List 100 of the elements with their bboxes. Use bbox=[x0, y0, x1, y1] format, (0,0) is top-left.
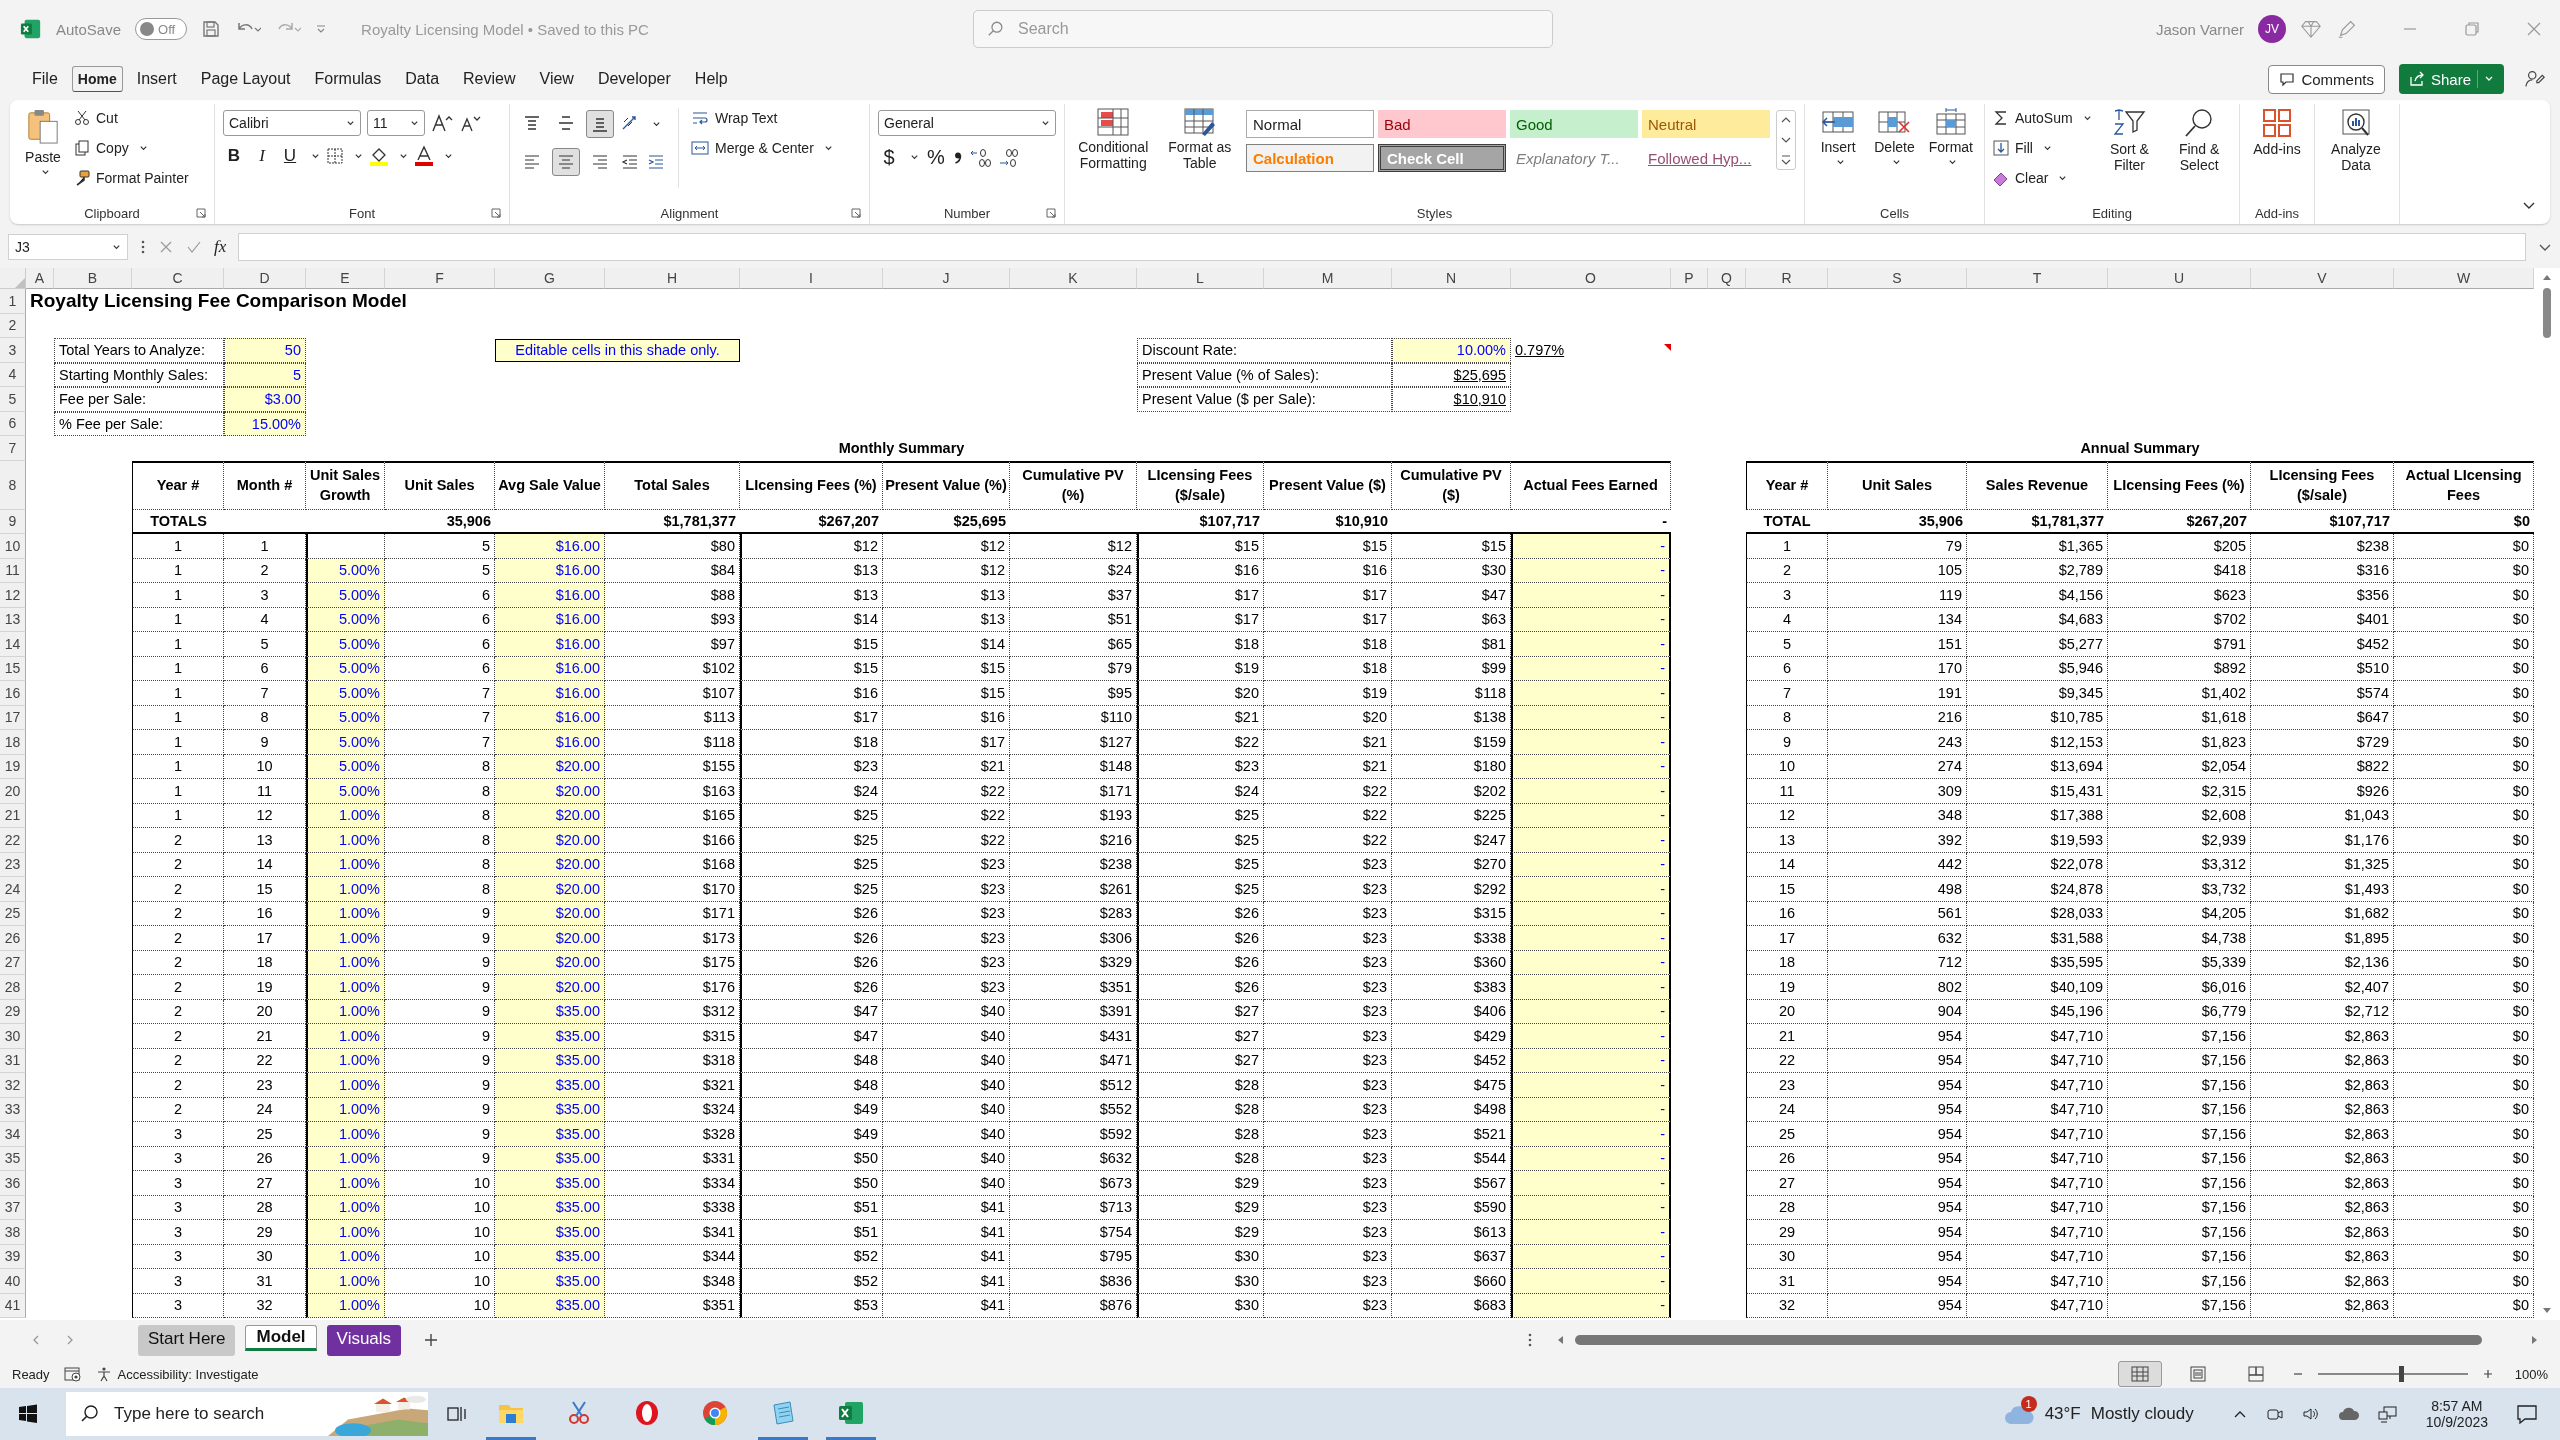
column-header[interactable]: A bbox=[26, 268, 54, 289]
table-cell[interactable]: 1.00% bbox=[306, 1195, 385, 1220]
macro-record-icon[interactable] bbox=[63, 1366, 82, 1382]
column-header[interactable]: F bbox=[385, 268, 495, 289]
menu-tab[interactable]: Formulas bbox=[304, 63, 392, 95]
row-header[interactable]: 14 bbox=[0, 632, 26, 657]
table-cell[interactable]: - bbox=[1511, 1293, 1671, 1318]
table-cell[interactable]: $35.00 bbox=[495, 1048, 605, 1073]
input-cell[interactable]: 50 bbox=[224, 338, 306, 363]
row-header[interactable]: 21 bbox=[0, 803, 26, 828]
share-button[interactable]: Share bbox=[2398, 64, 2504, 94]
scroll-thumb[interactable] bbox=[1575, 1335, 2483, 1345]
more-options-icon[interactable] bbox=[140, 239, 146, 255]
dialog-launcher-icon[interactable] bbox=[1046, 208, 1056, 218]
windows-start-icon[interactable] bbox=[18, 1404, 38, 1424]
table-cell[interactable]: $16.00 bbox=[495, 583, 605, 608]
row-header[interactable]: 20 bbox=[0, 779, 26, 804]
row-header[interactable]: 10 bbox=[0, 534, 26, 559]
table-cell[interactable]: 1.00% bbox=[306, 1048, 385, 1073]
row-header[interactable]: 35 bbox=[0, 1146, 26, 1171]
formula-input[interactable] bbox=[238, 233, 2526, 261]
column-header[interactable]: B bbox=[54, 268, 132, 289]
rate-cell[interactable]: 10.00% bbox=[1392, 338, 1511, 363]
accessibility-button[interactable]: Accessibility: Investigate bbox=[95, 1366, 259, 1382]
table-cell[interactable]: 1.00% bbox=[306, 950, 385, 975]
table-cell[interactable]: $35.00 bbox=[495, 1146, 605, 1171]
dialog-launcher-icon[interactable] bbox=[851, 208, 861, 218]
table-cell[interactable]: - bbox=[1511, 779, 1671, 804]
table-cell[interactable]: $35.00 bbox=[495, 1244, 605, 1269]
column-header[interactable]: I bbox=[740, 268, 883, 289]
row-header[interactable]: 36 bbox=[0, 1171, 26, 1196]
find-select-button[interactable]: Find & Select bbox=[2167, 104, 2231, 178]
caret-icon[interactable] bbox=[354, 151, 363, 161]
currency-format-button[interactable]: $ bbox=[878, 146, 900, 169]
analyze-data-button[interactable]: Analyze Data bbox=[2323, 104, 2389, 178]
table-cell[interactable]: $16.00 bbox=[495, 558, 605, 583]
table-cell[interactable]: - bbox=[1511, 705, 1671, 730]
column-header[interactable]: W bbox=[2394, 268, 2534, 289]
column-header[interactable]: Q bbox=[1708, 268, 1746, 289]
table-cell[interactable]: 1.00% bbox=[306, 901, 385, 926]
cell-style-button[interactable]: Normal bbox=[1246, 110, 1374, 138]
format-as-table-button[interactable]: Format as Table bbox=[1159, 104, 1240, 176]
column-header[interactable]: D bbox=[224, 268, 306, 289]
clock-date[interactable]: 10/9/2023 bbox=[2425, 1414, 2488, 1430]
row-header[interactable]: 17 bbox=[0, 705, 26, 730]
add-ins-button[interactable]: Add-ins bbox=[2248, 104, 2306, 162]
table-cell[interactable]: - bbox=[1511, 1122, 1671, 1147]
menu-tab[interactable]: Review bbox=[453, 63, 526, 95]
add-sheet-icon[interactable] bbox=[423, 1332, 440, 1348]
table-cell[interactable]: $16.00 bbox=[495, 656, 605, 681]
table-cell[interactable]: $20.00 bbox=[495, 803, 605, 828]
column-header[interactable]: R bbox=[1746, 268, 1828, 289]
column-header[interactable]: S bbox=[1828, 268, 1967, 289]
column-header[interactable]: L bbox=[1137, 268, 1264, 289]
bold-button[interactable]: B bbox=[223, 146, 245, 166]
save-icon[interactable] bbox=[201, 19, 222, 39]
table-cell[interactable]: 1.00% bbox=[306, 1122, 385, 1147]
row-header[interactable]: 41 bbox=[0, 1293, 26, 1318]
cell-style-button[interactable]: Neutral bbox=[1642, 110, 1770, 138]
table-cell[interactable]: $16.00 bbox=[495, 681, 605, 706]
input-cell[interactable]: $3.00 bbox=[224, 387, 306, 412]
table-cell[interactable]: - bbox=[1511, 975, 1671, 1000]
user-avatar[interactable]: JV bbox=[2258, 15, 2286, 43]
table-cell[interactable]: - bbox=[1511, 803, 1671, 828]
percent-format-button[interactable]: % bbox=[925, 146, 947, 169]
table-cell[interactable]: - bbox=[1511, 828, 1671, 853]
column-header[interactable]: U bbox=[2108, 268, 2251, 289]
row-header[interactable]: 38 bbox=[0, 1220, 26, 1245]
caret-icon[interactable] bbox=[399, 151, 408, 161]
table-cell[interactable]: $16.00 bbox=[495, 607, 605, 632]
normal-view-button[interactable] bbox=[2118, 1361, 2162, 1387]
cell-style-button[interactable]: Bad bbox=[1378, 110, 1506, 138]
font-name-field[interactable]: Calibri bbox=[223, 110, 361, 136]
menu-tab[interactable]: Page Layout bbox=[190, 63, 301, 95]
table-cell[interactable]: $20.00 bbox=[495, 852, 605, 877]
table-cell[interactable]: 1.00% bbox=[306, 1024, 385, 1049]
table-cell[interactable]: $35.00 bbox=[495, 1171, 605, 1196]
table-cell[interactable]: 5.00% bbox=[306, 558, 385, 583]
table-cell[interactable]: - bbox=[1511, 1073, 1671, 1098]
table-cell[interactable]: - bbox=[1511, 1220, 1671, 1245]
cell-style-button[interactable]: Followed Hyp... bbox=[1642, 144, 1770, 172]
row-header[interactable]: 16 bbox=[0, 681, 26, 706]
sheet-tab[interactable]: Start Here bbox=[138, 1324, 236, 1356]
row-header[interactable]: 2 bbox=[0, 313, 26, 338]
name-box[interactable]: J3 bbox=[8, 234, 128, 260]
column-header[interactable]: H bbox=[605, 268, 740, 289]
clear-button[interactable]: Clear bbox=[1993, 164, 2092, 192]
table-cell[interactable]: 1.00% bbox=[306, 975, 385, 1000]
row-header[interactable]: 19 bbox=[0, 754, 26, 779]
table-cell[interactable]: $35.00 bbox=[495, 1220, 605, 1245]
borders-icon[interactable] bbox=[326, 147, 344, 165]
caret-icon[interactable] bbox=[444, 151, 453, 161]
cell-style-button[interactable]: Explanatory T... bbox=[1510, 144, 1638, 172]
table-cell[interactable]: - bbox=[1511, 558, 1671, 583]
row-header[interactable]: 29 bbox=[0, 999, 26, 1024]
table-cell[interactable]: 1.00% bbox=[306, 1269, 385, 1294]
row-header[interactable]: 13 bbox=[0, 607, 26, 632]
zoom-level[interactable]: 100% bbox=[2508, 1366, 2548, 1382]
table-cell[interactable]: 5.00% bbox=[306, 583, 385, 608]
menu-tab[interactable]: Insert bbox=[126, 63, 187, 95]
